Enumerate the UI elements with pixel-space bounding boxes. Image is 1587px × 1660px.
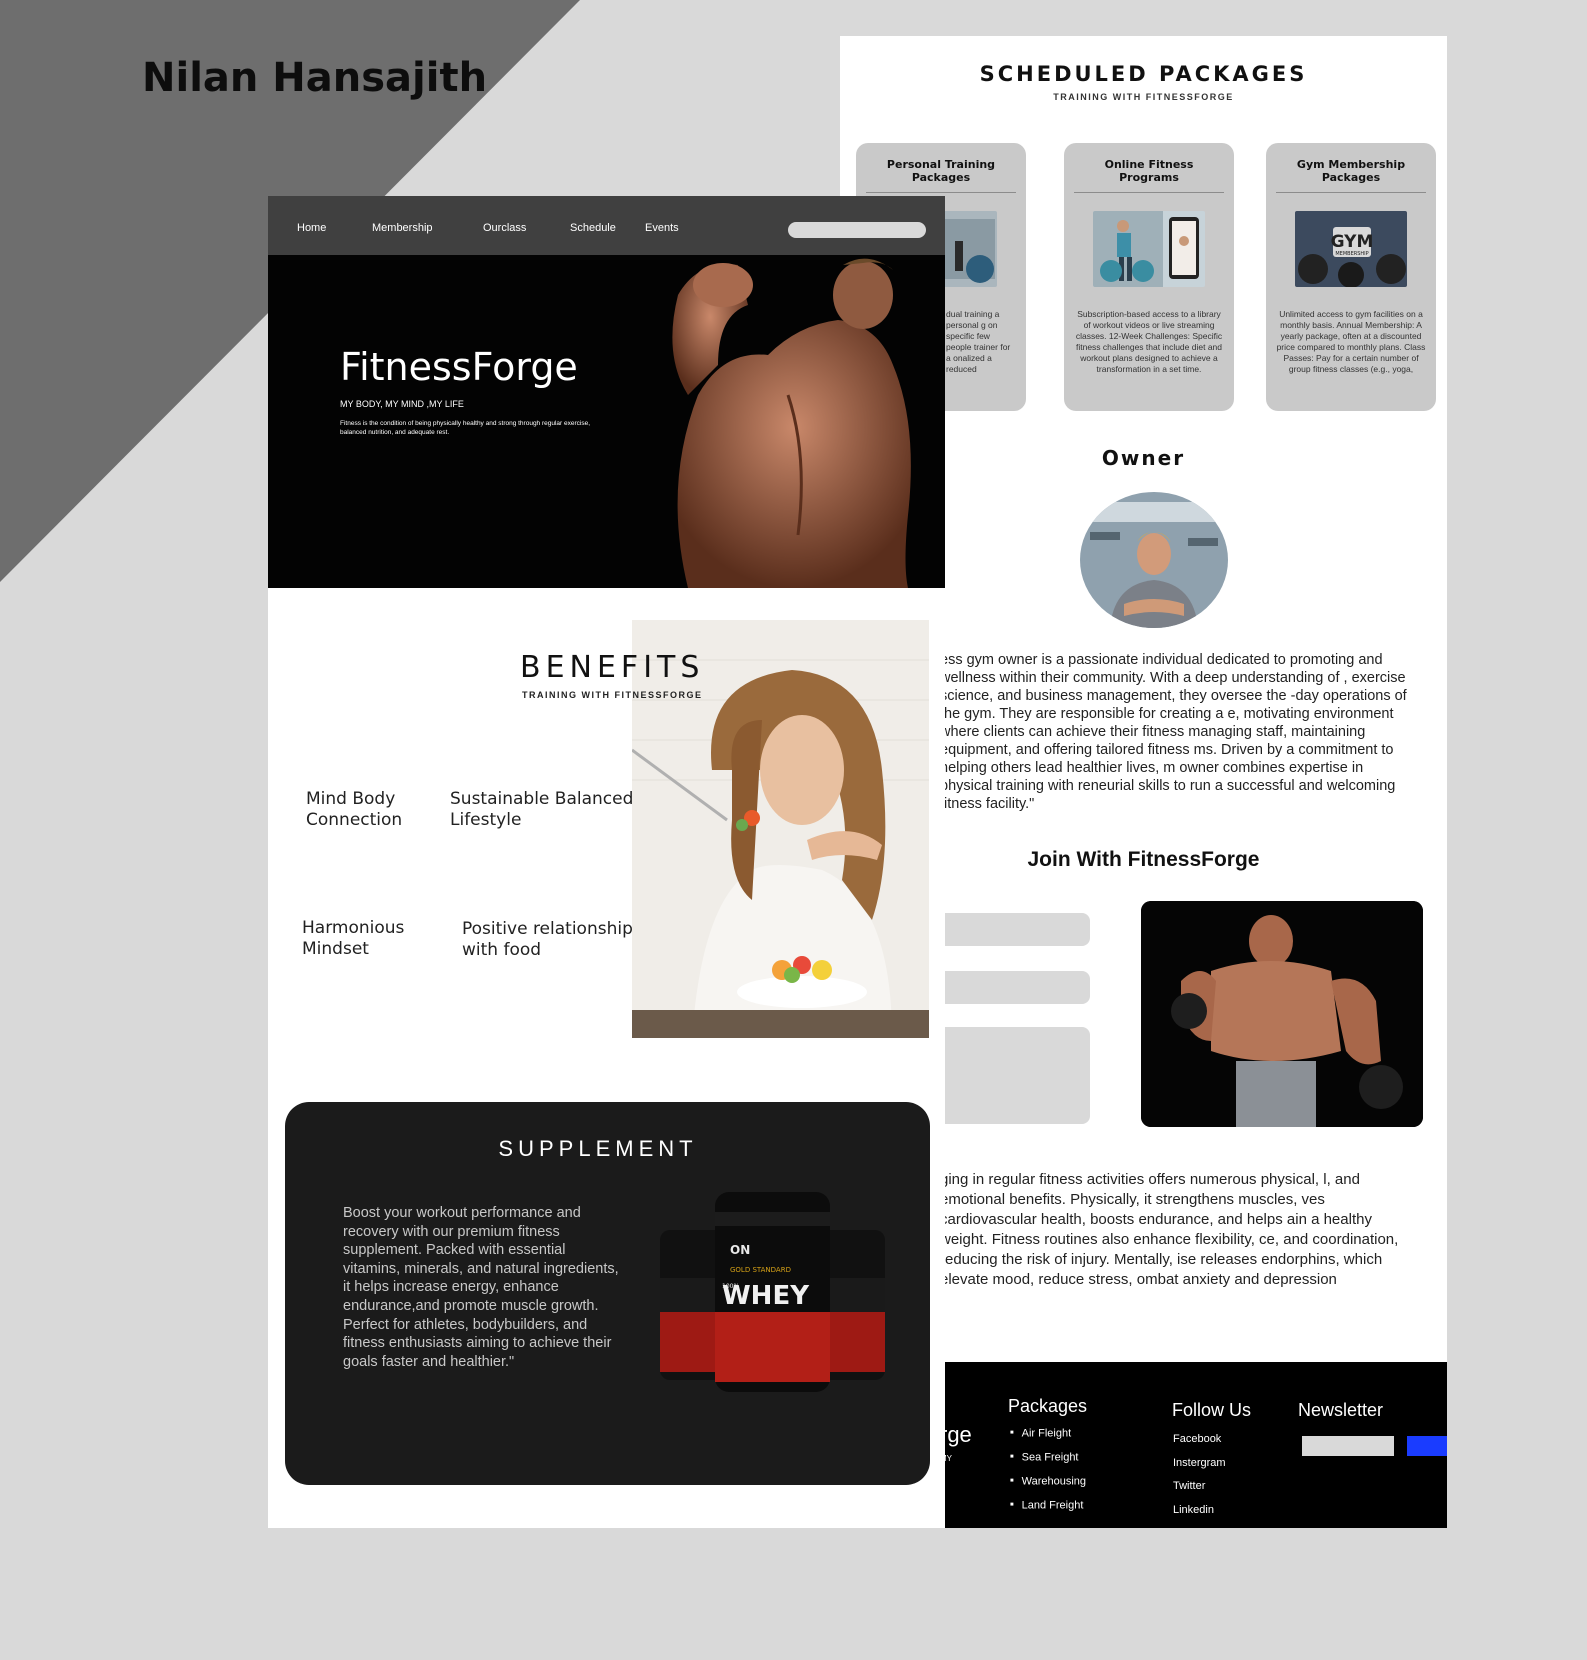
instagram-link[interactable]: Instergram <box>1173 1452 1226 1476</box>
package-description: Subscription-based access to a library o… <box>1075 309 1223 374</box>
package-description: dual training a personal g on specific f… <box>946 309 1011 374</box>
gym-badge-text: GYM <box>1331 232 1374 252</box>
package-card-online[interactable]: Online Fitness Programs Subscription-bas… <box>1064 143 1234 411</box>
whey-percent-text: 100% <box>722 1283 739 1290</box>
benefit-item: Harmonious Mindset <box>302 918 405 959</box>
online-fitness-image <box>1093 211 1205 287</box>
nav-schedule[interactable]: Schedule <box>570 222 616 234</box>
whey-tub-center: ON GOLD STANDARD WHEY 100% <box>715 1192 830 1392</box>
owner-description: ess gym owner is a passionate individual… <box>940 652 1407 812</box>
whey-brand-text: ON <box>730 1243 750 1257</box>
footer-package-link[interactable]: Land Freight <box>1010 1494 1086 1518</box>
scheduled-packages-title: SCHEDULED PACKAGES <box>979 62 1308 86</box>
footer-package-link[interactable]: Sea Freight <box>1010 1446 1086 1470</box>
benefit-item: Positive relationship with food <box>462 919 633 960</box>
footer-package-link[interactable]: Warehousing <box>1010 1470 1086 1494</box>
benefit-item: Sustainable Balanced Lifestyle <box>450 789 634 830</box>
author-name: Nilan Hansajith <box>142 55 488 101</box>
bodybuilder-image <box>1141 901 1423 1127</box>
hero-description: Fitness is the condition of being physic… <box>340 420 591 436</box>
footer-package-link[interactable]: Air Fleight <box>1010 1422 1086 1446</box>
supplement-title: SUPPLEMENT <box>498 1136 698 1161</box>
gym-membership-image: GYM MEMBERSHIP <box>1295 211 1407 287</box>
facebook-link[interactable]: Facebook <box>1173 1428 1226 1452</box>
whey-protein-image: ON GOLD STANDARD WHEY 100% <box>660 1192 885 1392</box>
fitness-benefits-text: ging in regular fitness activities offer… <box>940 1171 1399 1288</box>
supplement-description: Boost your workout performance and recov… <box>343 1205 619 1370</box>
hero-title: FitnessForge <box>340 345 578 389</box>
nav-events[interactable]: Events <box>645 222 679 234</box>
package-title: Gym Membership Packages <box>1276 158 1426 193</box>
newsletter-subscribe-button[interactable] <box>1407 1436 1447 1456</box>
package-description: Unlimited access to gym facilities on a … <box>1276 309 1426 374</box>
whey-sub-text: GOLD STANDARD <box>730 1266 791 1274</box>
footer-social-list: Facebook Instergram Twitter Linkedin <box>1173 1428 1226 1522</box>
footer-newsletter-title: Newsletter <box>1298 1400 1384 1420</box>
search-input[interactable] <box>788 222 926 238</box>
package-card-membership[interactable]: Gym Membership Packages GYM MEMBERSHIP U… <box>1266 143 1436 411</box>
scheduled-packages-subtitle: TRAINING WITH FITNESSFORGE <box>1053 92 1234 102</box>
navbar: Home Membership Ourclass Schedule Events <box>268 196 945 255</box>
linkedin-link[interactable]: Linkedin <box>1173 1499 1226 1523</box>
nav-home[interactable]: Home <box>297 222 326 234</box>
hero-section: FitnessForge MY BODY, MY MIND ,MY LIFE F… <box>268 255 945 588</box>
benefits-title: BENEFITS <box>520 650 705 685</box>
benefit-item: Mind Body Connection <box>306 789 403 830</box>
hero-tagline: MY BODY, MY MIND ,MY LIFE <box>340 399 464 409</box>
footer-follow-title: Follow Us <box>1172 1400 1252 1420</box>
benefits-subtitle: TRAINING WITH FITNESSFORGE <box>522 690 703 700</box>
nav-ourclass[interactable]: Ourclass <box>483 222 526 234</box>
left-page-mockup: Home Membership Ourclass Schedule Events… <box>268 196 945 1528</box>
owner-avatar <box>1080 492 1228 628</box>
twitter-link[interactable]: Twitter <box>1173 1475 1226 1499</box>
gym-badge-subtext: MEMBERSHIP <box>1335 251 1368 257</box>
footer-packages-title: Packages <box>1008 1396 1088 1416</box>
package-title: Online Fitness Programs <box>1074 158 1224 193</box>
footer-packages-list: Air Fleight Sea Freight Warehousing Land… <box>1010 1422 1086 1519</box>
supplement-section: SUPPLEMENT Boost your workout performanc… <box>285 1102 930 1485</box>
package-title: Personal Training Packages <box>866 158 1016 193</box>
nav-membership[interactable]: Membership <box>372 222 433 234</box>
newsletter-email-input[interactable] <box>1302 1436 1394 1456</box>
